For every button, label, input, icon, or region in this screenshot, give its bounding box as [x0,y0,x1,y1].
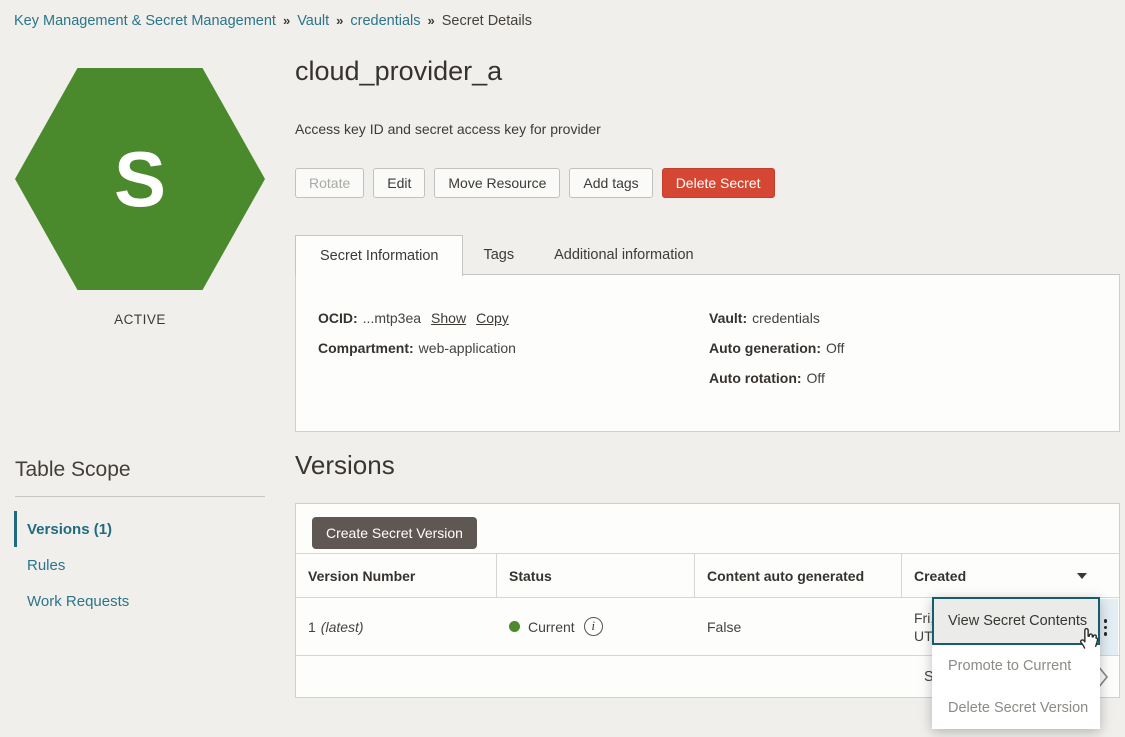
breadcrumb-link-vault[interactable]: Vault [297,13,329,29]
info-icon[interactable]: i [584,617,603,636]
auto-generation-row: Auto generation: Off [709,340,844,357]
sidebar-item-versions[interactable]: Versions (1) [14,511,266,547]
breadcrumb-current: Secret Details [442,13,532,29]
show-ocid-link[interactable]: Show [431,310,466,326]
versions-heading: Versions [295,450,395,481]
column-header-content-auto-generated: Content auto generated [695,554,902,597]
vault-value: credentials [752,310,820,326]
vault-label: Vault: [709,310,747,326]
version-note: (latest) [321,619,364,635]
add-tags-button[interactable]: Add tags [569,168,652,198]
sidebar-item-rules[interactable]: Rules [14,547,266,583]
delete-secret-button[interactable]: Delete Secret [662,168,775,198]
status-dot-icon [509,621,520,632]
version-number-value: 1 [308,619,316,635]
info-column-right: Vault: credentials Auto generation: Off Au… [709,310,844,400]
tab-secret-information[interactable]: Secret Information [295,235,463,276]
menu-item-promote-to-current[interactable]: Promote to Current [932,645,1100,687]
ocid-row: OCID: ...mtp3ea Show Copy [318,310,516,327]
ocid-value: ...mtp3ea [363,310,421,326]
auto-rotation-label: Auto rotation: [709,370,802,386]
resource-hexagon-icon: S [15,68,265,290]
compartment-value: web-application [419,340,516,356]
page-description: Access key ID and secret access key for … [295,121,601,137]
column-header-status: Status [497,554,695,597]
vault-row: Vault: credentials [709,310,844,327]
rotate-button[interactable]: Rotate [295,168,364,198]
cell-version-number: 1 (latest) [296,598,497,655]
breadcrumb-link-credentials[interactable]: credentials [350,13,420,29]
sidebar-divider [15,496,265,497]
compartment-row: Compartment: web-application [318,340,516,357]
row-context-menu: View Secret Contents Promote to Current … [932,597,1100,729]
ocid-label: OCID: [318,310,358,326]
sidebar-title: Table Scope [15,458,131,482]
cell-content-auto-generated: False [695,598,902,655]
auto-rotation-value: Off [807,370,825,386]
column-header-created: Created [902,554,1119,597]
status-label: ACTIVE [15,312,265,327]
secret-information-panel: OCID: ...mtp3ea Show Copy Compartment: web-a… [295,275,1120,432]
compartment-label: Compartment: [318,340,414,356]
menu-item-delete-secret-version[interactable]: Delete Secret Version [932,687,1100,729]
menu-item-view-secret-contents[interactable]: View Secret Contents [932,597,1100,645]
versions-table-header: Version Number Status Content auto gener… [296,553,1119,598]
sidebar-nav: Versions (1) Rules Work Requests [14,511,266,619]
resource-initial: S [114,140,166,218]
breadcrumb-separator: » [336,13,343,28]
breadcrumb: Key Management & Secret Management » Vault… [14,13,532,29]
edit-button[interactable]: Edit [373,168,425,198]
copy-ocid-link[interactable]: Copy [476,310,509,326]
sort-caret-down-icon[interactable] [1077,573,1087,579]
create-secret-version-button[interactable]: Create Secret Version [312,517,477,549]
cell-status: Current i [497,598,695,655]
tab-additional-information[interactable]: Additional information [534,235,713,274]
auto-generation-value: Off [826,340,844,356]
content-auto-generated-value: False [707,619,741,635]
breadcrumb-separator: » [283,13,290,28]
auto-rotation-row: Auto rotation: Off [709,370,844,387]
status-value: Current [528,619,575,635]
auto-generation-label: Auto generation: [709,340,821,356]
sidebar-item-work-requests[interactable]: Work Requests [14,583,266,619]
column-header-version-number: Version Number [296,554,497,597]
move-resource-button[interactable]: Move Resource [434,168,560,198]
breadcrumb-separator: » [428,13,435,28]
breadcrumb-link-key-management[interactable]: Key Management & Secret Management [14,13,276,29]
action-bar: Rotate Edit Move Resource Add tags Delet… [295,168,775,198]
page-title: cloud_provider_a [295,56,502,87]
created-header-label: Created [914,568,966,584]
info-column-left: OCID: ...mtp3ea Show Copy Compartment: web-a… [318,310,516,370]
tab-tags[interactable]: Tags [463,235,534,274]
tab-bar: Secret Information Tags Additional infor… [295,235,1120,275]
